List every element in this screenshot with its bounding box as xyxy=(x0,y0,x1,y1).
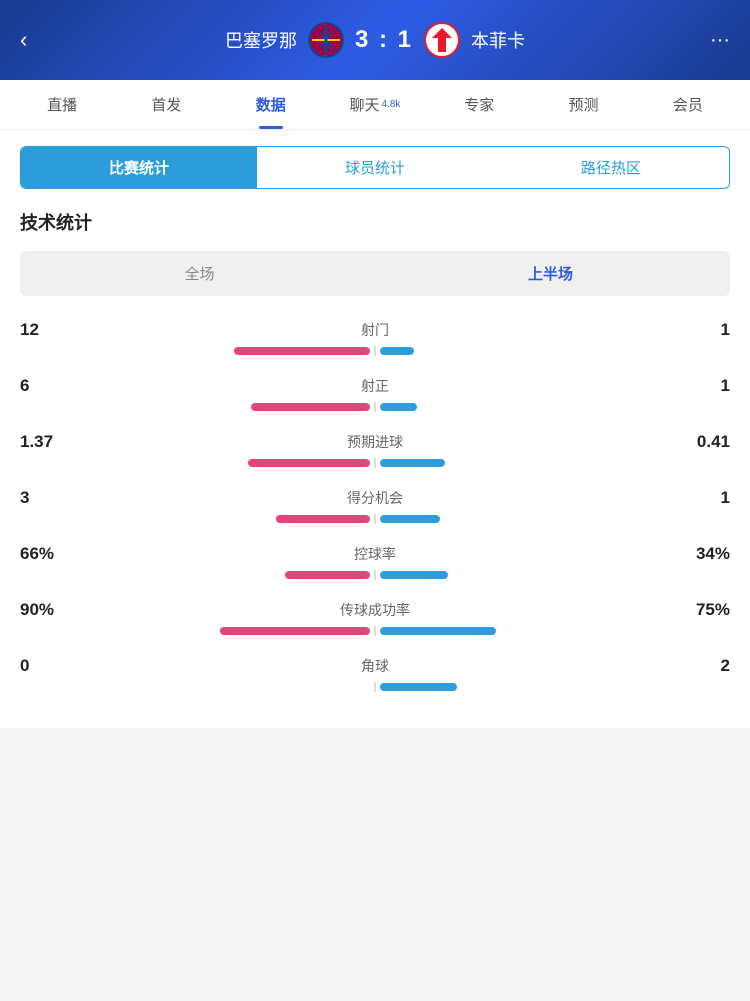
match-score: 3 : 1 xyxy=(355,26,413,54)
tab-data[interactable]: 数据 xyxy=(219,80,323,129)
away-team-logo xyxy=(423,21,461,59)
stat-name: 预期进球 xyxy=(70,432,680,452)
stat-left-value: 0 xyxy=(20,656,70,676)
sub-tab-heatmap[interactable]: 路径热区 xyxy=(493,147,729,188)
bar-divider xyxy=(374,402,376,412)
right-bar xyxy=(380,347,414,355)
left-bar xyxy=(234,347,370,355)
right-bar xyxy=(380,515,440,523)
stat-row: 66% 控球率 34% xyxy=(20,544,730,580)
stat-right-value: 1 xyxy=(680,376,730,396)
stat-left-value: 6 xyxy=(20,376,70,396)
stat-right-value: 75% xyxy=(680,600,730,620)
period-full[interactable]: 全场 xyxy=(24,255,375,292)
bar-divider xyxy=(374,514,376,524)
bar-divider xyxy=(374,626,376,636)
tab-predict[interactable]: 预测 xyxy=(531,80,635,129)
stat-row: 1.37 预期进球 0.41 xyxy=(20,432,730,468)
right-bar xyxy=(380,459,445,467)
left-bar xyxy=(251,403,370,411)
stat-right-value: 0.41 xyxy=(680,432,730,452)
right-bar xyxy=(380,683,457,691)
bar-divider xyxy=(374,570,376,580)
stat-left-value: 66% xyxy=(20,544,70,564)
home-team-logo xyxy=(307,21,345,59)
tab-expert[interactable]: 专家 xyxy=(427,80,531,129)
content-area: 比赛统计 球员统计 路径热区 技术统计 全场 上半场 12 射门 1 xyxy=(0,130,750,728)
stat-name: 控球率 xyxy=(70,544,680,564)
sub-tab-player-stats[interactable]: 球员统计 xyxy=(257,147,493,188)
away-team-name: 本菲卡 xyxy=(471,27,525,53)
stat-left-value: 3 xyxy=(20,488,70,508)
stat-right-value: 2 xyxy=(680,656,730,676)
stats-container: 12 射门 1 6 射正 1 xyxy=(20,320,730,692)
left-bar xyxy=(285,571,370,579)
bar-divider xyxy=(374,346,376,356)
stat-name: 得分机会 xyxy=(70,488,680,508)
sub-tab-match-stats[interactable]: 比赛统计 xyxy=(21,147,257,188)
section-title: 技术统计 xyxy=(20,209,730,235)
tab-lineup[interactable]: 首发 xyxy=(114,80,218,129)
period-first-half[interactable]: 上半场 xyxy=(375,255,726,292)
tab-live[interactable]: 直播 xyxy=(10,80,114,129)
bar-divider xyxy=(374,682,376,692)
stat-left-value: 1.37 xyxy=(20,432,70,452)
left-bar xyxy=(276,515,370,523)
left-bar xyxy=(220,627,370,635)
bar-divider xyxy=(374,458,376,468)
right-bar xyxy=(380,627,496,635)
sub-tab-group: 比赛统计 球员统计 路径热区 xyxy=(20,146,730,189)
stat-name: 射正 xyxy=(70,376,680,396)
right-bar xyxy=(380,571,448,579)
tab-navigation: 直播 首发 数据 聊天4.8k 专家 预测 会员 xyxy=(0,80,750,130)
match-info: 巴塞罗那 3 : 1 本菲卡 xyxy=(60,21,690,59)
home-team-name: 巴塞罗那 xyxy=(225,27,297,53)
left-bar xyxy=(248,459,370,467)
match-header: ‹ 巴塞罗那 3 : 1 本菲卡 ··· xyxy=(0,0,750,80)
stat-name: 传球成功率 xyxy=(70,600,680,620)
stat-name: 射门 xyxy=(70,320,680,340)
right-bar xyxy=(380,403,417,411)
stat-name: 角球 xyxy=(70,656,680,676)
stat-right-value: 1 xyxy=(680,488,730,508)
stat-row: 3 得分机会 1 xyxy=(20,488,730,524)
stat-left-value: 12 xyxy=(20,320,70,340)
stat-left-value: 90% xyxy=(20,600,70,620)
stat-row: 90% 传球成功率 75% xyxy=(20,600,730,636)
more-button[interactable]: ··· xyxy=(690,29,730,52)
stat-right-value: 34% xyxy=(680,544,730,564)
stat-row: 6 射正 1 xyxy=(20,376,730,412)
stat-right-value: 1 xyxy=(680,320,730,340)
back-button[interactable]: ‹ xyxy=(20,27,60,53)
tab-chat[interactable]: 聊天4.8k xyxy=(323,80,427,129)
stat-row: 12 射门 1 xyxy=(20,320,730,356)
tab-member[interactable]: 会员 xyxy=(636,80,740,129)
period-toggle: 全场 上半场 xyxy=(20,251,730,296)
stat-row: 0 角球 2 xyxy=(20,656,730,692)
